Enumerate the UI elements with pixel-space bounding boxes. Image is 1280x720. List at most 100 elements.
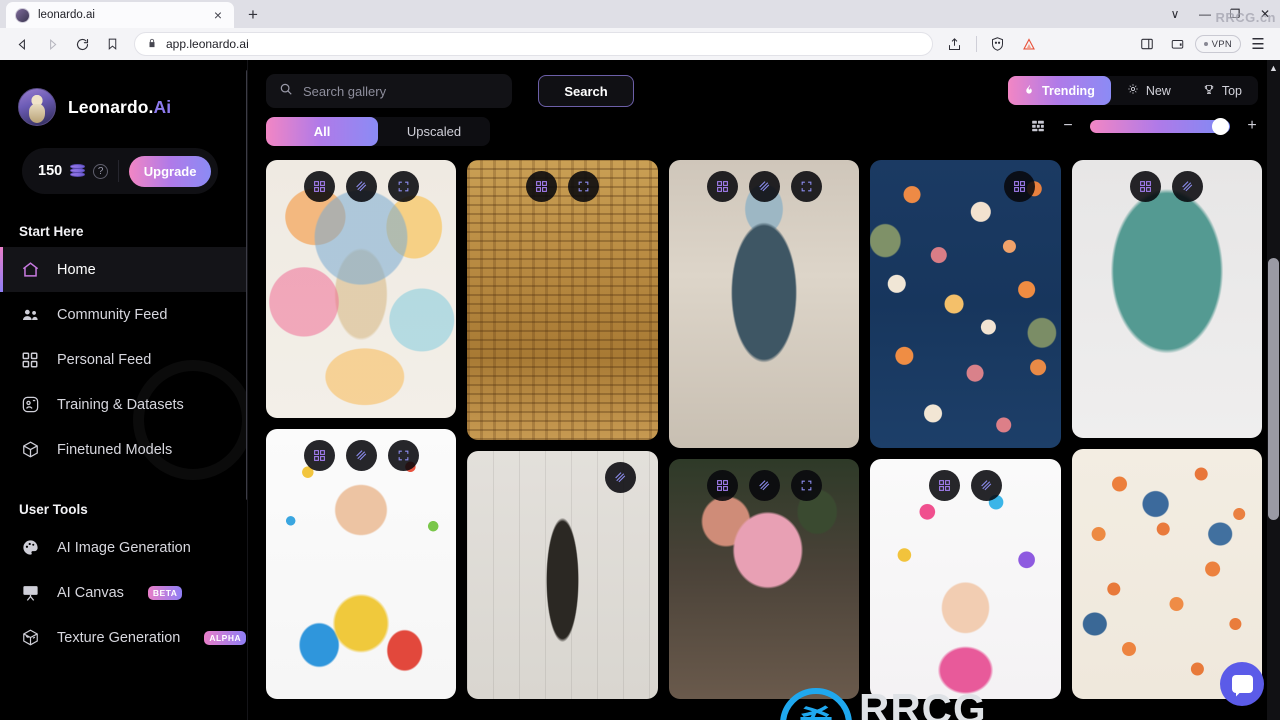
variations-icon[interactable]: [748, 171, 780, 202]
nav-list-user-tools: AI Image Generation AI Canvas BETA Textu…: [0, 525, 247, 660]
texture-cube-icon: [19, 627, 41, 649]
browser-tab[interactable]: leonardo.ai ×: [6, 2, 234, 28]
fullscreen-icon[interactable]: [790, 171, 822, 202]
zoom-slider-knob[interactable]: [1212, 118, 1229, 135]
fullscreen-icon[interactable]: [387, 440, 419, 471]
brave-shield-icon[interactable]: [984, 30, 1012, 58]
intercom-chat-icon[interactable]: [1220, 662, 1264, 706]
gallery-card[interactable]: [266, 160, 457, 418]
easel-icon: [19, 582, 41, 604]
variations-icon[interactable]: [748, 470, 780, 501]
sidebar-item-ai-canvas[interactable]: AI Canvas BETA: [0, 570, 247, 615]
tab-close-icon[interactable]: ×: [211, 8, 225, 22]
gallery-card[interactable]: [668, 459, 860, 699]
sidebar-panel-icon[interactable]: [1133, 30, 1161, 58]
segment-upscaled[interactable]: Upscaled: [378, 117, 490, 146]
card-action-overlay: [1072, 171, 1262, 202]
sidebar-item-label: Community Feed: [57, 306, 168, 323]
sidebar-item-personal-feed[interactable]: Personal Feed: [0, 337, 247, 382]
sidebar-item-ai-image-generation[interactable]: AI Image Generation: [0, 525, 247, 570]
variations-icon[interactable]: [970, 470, 1002, 501]
upgrade-button[interactable]: Upgrade: [129, 155, 211, 187]
back-button[interactable]: [8, 30, 36, 58]
bookmark-icon[interactable]: [98, 30, 126, 58]
remix-icon[interactable]: [1130, 171, 1162, 202]
reload-button[interactable]: [68, 30, 96, 58]
gallery-card[interactable]: [266, 429, 457, 699]
sidebar-item-home[interactable]: Home: [0, 247, 247, 292]
zoom-out-button[interactable]: −: [1062, 118, 1074, 134]
token-coin-icon: [70, 164, 86, 178]
sidebar-item-label: AI Canvas: [57, 584, 124, 601]
sidebar-item-training-datasets[interactable]: Training & Datasets: [0, 382, 247, 427]
filter-top[interactable]: Top: [1187, 76, 1258, 105]
gallery-card[interactable]: [467, 451, 658, 699]
forward-button[interactable]: [38, 30, 66, 58]
search-input[interactable]: [303, 83, 499, 99]
beta-badge: BETA: [147, 585, 183, 600]
search-field-wrapper[interactable]: [266, 74, 512, 108]
section-title-start-here: Start Here: [19, 224, 84, 239]
fullscreen-icon[interactable]: [387, 171, 419, 202]
fullscreen-icon[interactable]: [568, 171, 600, 202]
remix-icon[interactable]: [303, 440, 335, 471]
zoom-in-button[interactable]: +: [1246, 118, 1258, 134]
people-icon: [19, 304, 41, 326]
filter-new[interactable]: New: [1111, 76, 1187, 105]
browser-menu-icon[interactable]: ☰: [1244, 30, 1272, 58]
gallery-column: [668, 160, 860, 699]
remix-icon[interactable]: [928, 470, 960, 501]
search-icon: [279, 82, 293, 101]
remix-icon[interactable]: [303, 171, 335, 202]
zoom-slider[interactable]: [1090, 118, 1230, 135]
search-button[interactable]: Search: [538, 75, 634, 107]
filter-trending[interactable]: Trending: [1008, 76, 1111, 105]
gallery-card[interactable]: [870, 459, 1061, 699]
share-icon[interactable]: [941, 30, 969, 58]
variations-icon[interactable]: [604, 462, 636, 493]
grid-view-icon[interactable]: [1030, 119, 1046, 133]
credits-divider: [118, 160, 120, 182]
vpn-status-dot: [1203, 42, 1208, 46]
gallery-card[interactable]: [870, 160, 1061, 448]
nav-list-start-here: Home Community Feed Personal Feed Traini…: [0, 247, 247, 472]
fullscreen-icon[interactable]: [790, 470, 822, 501]
brand-name-accent: Ai: [153, 96, 172, 117]
new-tab-button[interactable]: +: [240, 2, 266, 28]
tab-title: leonardo.ai: [38, 9, 95, 21]
credits-help-icon[interactable]: ?: [93, 163, 109, 179]
sidebar-item-texture-generation[interactable]: Texture Generation ALPHA: [0, 615, 247, 660]
chat-bubble-shape: [1231, 675, 1253, 693]
browser-window: leonardo.ai × + ∨ — ❐ ✕ app.leonardo.ai: [0, 0, 1280, 720]
url-text: app.leonardo.ai: [166, 37, 249, 51]
sidebar-item-finetuned-models[interactable]: Finetuned Models: [0, 427, 247, 472]
vpn-button[interactable]: VPN: [1194, 35, 1241, 53]
gallery-card[interactable]: [668, 160, 860, 448]
card-artwork: [467, 160, 658, 440]
gallery-card[interactable]: [1071, 160, 1263, 438]
variations-icon[interactable]: [345, 440, 377, 471]
address-bar[interactable]: app.leonardo.ai: [134, 32, 933, 56]
filter-label: Top: [1221, 83, 1242, 98]
sidebar-item-community-feed[interactable]: Community Feed: [0, 292, 247, 337]
segment-all[interactable]: All: [266, 117, 378, 146]
variations-icon[interactable]: [1172, 171, 1204, 202]
wallet-icon[interactable]: [1164, 30, 1192, 58]
gallery-type-segmented-control: All Upscaled: [266, 117, 490, 146]
remix-icon[interactable]: [706, 470, 738, 501]
page-scrollbar-thumb[interactable]: [1268, 258, 1279, 520]
card-action-overlay: [870, 171, 1060, 202]
leo-ai-icon[interactable]: [1015, 30, 1043, 58]
remix-icon[interactable]: [1003, 171, 1035, 202]
variations-icon[interactable]: [345, 171, 377, 202]
remix-icon[interactable]: [706, 171, 738, 202]
gallery-card[interactable]: [1071, 449, 1263, 699]
remix-icon[interactable]: [526, 171, 558, 202]
scroll-up-arrow-icon[interactable]: ▲: [1268, 62, 1279, 74]
brand-logo-row[interactable]: Leonardo.Ai: [0, 60, 247, 126]
lock-icon: [147, 37, 157, 52]
card-action-overlay: [669, 171, 859, 202]
tab-search-chevron-icon[interactable]: ∨: [1160, 0, 1190, 28]
gallery-card[interactable]: [467, 160, 658, 440]
credits-panel: 150 ? Upgrade: [22, 148, 218, 194]
